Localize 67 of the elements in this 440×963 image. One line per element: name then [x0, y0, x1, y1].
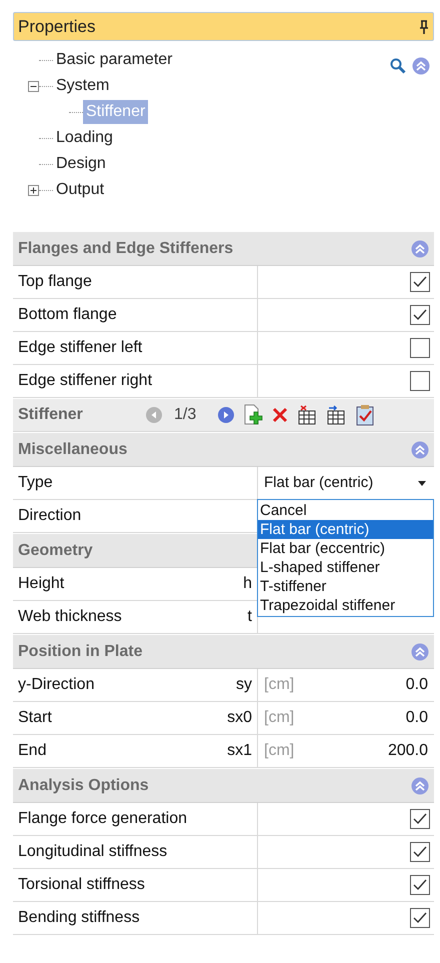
add-document-icon[interactable] [243, 404, 264, 426]
property-label: End [18, 741, 46, 761]
section-header[interactable]: Analysis Options [13, 769, 434, 803]
page-counter: 1/3 [174, 405, 196, 425]
collapse-icon[interactable] [411, 776, 429, 794]
unit-label: [cm] [264, 741, 294, 761]
property-label: Height [18, 574, 64, 594]
collapse-icon[interactable] [412, 57, 430, 75]
tree-item[interactable]: Loading [53, 126, 116, 150]
checkbox[interactable] [410, 908, 430, 928]
checkbox[interactable] [410, 305, 430, 325]
dropdown-option[interactable]: Trapezoidal stiffener [258, 596, 433, 615]
caret-icon [418, 480, 426, 486]
collapse-icon[interactable] [411, 240, 429, 258]
tree-item[interactable]: Output [53, 178, 108, 202]
checkbox[interactable] [410, 338, 430, 358]
property-label: Bending stiffness [18, 908, 140, 928]
value-field[interactable]: 200.0 [388, 739, 428, 763]
symbol-label: sx1 [227, 741, 252, 761]
collapse-icon[interactable] [411, 642, 429, 660]
delete-icon[interactable] [272, 407, 288, 423]
dropdown-option[interactable]: T-stiffener [258, 577, 433, 596]
checkbox[interactable] [410, 371, 430, 391]
collapse-icon[interactable] [411, 440, 429, 458]
property-label: Edge stiffener right [18, 371, 152, 391]
property-label: Direction [18, 506, 82, 526]
pin-icon[interactable] [419, 20, 429, 34]
toolbar-title: Stiffener [18, 405, 84, 425]
checkbox[interactable] [410, 809, 430, 829]
property-label: Longitudinal stiffness [18, 842, 168, 862]
property-label: Torsional stiffness [18, 875, 145, 895]
symbol-label: h [243, 574, 252, 594]
expand-toggle-icon[interactable] [28, 184, 38, 196]
search-icon[interactable] [390, 58, 406, 74]
value-field[interactable]: 0.0 [406, 706, 428, 730]
symbol-label: t [248, 607, 252, 627]
property-label: Bottom flange [18, 305, 117, 325]
tree-item[interactable]: Basic parameter [53, 48, 176, 72]
section-header[interactable]: Miscellaneous [13, 433, 434, 467]
dropdown-option[interactable]: Flat bar (centric) [258, 520, 433, 539]
dropdown-option[interactable]: Flat bar (eccentric) [258, 539, 433, 558]
tree-item[interactable]: Design [53, 152, 109, 176]
panel-title: Properties [18, 16, 96, 38]
property-label: Top flange [18, 272, 92, 292]
next-icon[interactable] [218, 407, 234, 423]
collapse-toggle-icon[interactable] [28, 80, 38, 92]
dropdown-option[interactable]: Cancel [258, 501, 433, 520]
property-label: Web thickness [18, 607, 122, 627]
value-field[interactable]: 0.0 [406, 673, 428, 697]
tree-item[interactable]: System [53, 74, 112, 98]
checkbox[interactable] [410, 875, 430, 895]
unit-label: [cm] [264, 708, 294, 728]
symbol-label: sy [236, 675, 252, 695]
table-insert-icon[interactable] [326, 405, 346, 425]
property-label: y-Direction [18, 675, 94, 695]
unit-label: [cm] [264, 675, 294, 695]
property-label: Start [18, 708, 52, 728]
checkbox[interactable] [410, 272, 430, 292]
table-delete-icon[interactable] [297, 405, 318, 425]
property-label: Flange force generation [18, 809, 187, 829]
checkbox[interactable] [410, 842, 430, 862]
clipboard-check-icon[interactable] [355, 404, 376, 426]
section-header[interactable]: Position in Plate [13, 635, 434, 669]
property-label: Type [18, 473, 53, 493]
section-header[interactable]: Flanges and Edge Stiffeners [13, 232, 434, 266]
property-label: Edge stiffener left [18, 338, 142, 358]
symbol-label: sx0 [227, 708, 252, 728]
